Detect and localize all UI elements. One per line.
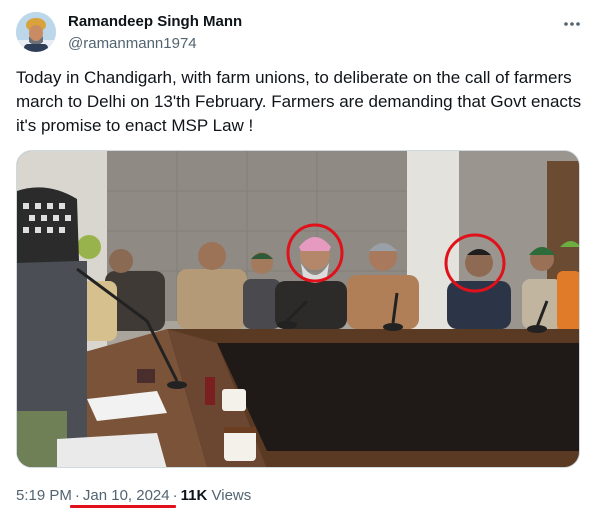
author-handle[interactable]: @ramanmann1974 (68, 34, 242, 54)
tweet-photo[interactable] (16, 150, 580, 468)
author-display-name[interactable]: Ramandeep Singh Mann (68, 12, 242, 32)
meta-separator-2: · (172, 487, 178, 504)
tweet-meta: 5:19 PM · Jan 10, 2024 · 11K Views (16, 486, 251, 506)
tweet-date[interactable]: Jan 10, 2024 (83, 487, 170, 504)
tweet-time[interactable]: 5:19 PM (16, 487, 72, 504)
avatar[interactable] (16, 12, 56, 52)
views-count[interactable]: 11K (181, 487, 208, 504)
views-label: Views (211, 487, 252, 504)
author-block: Ramandeep Singh Mann @ramanmann1974 (68, 12, 242, 54)
more-horizontal-icon (564, 22, 580, 26)
meeting-photo (17, 151, 579, 467)
date-underline-annotation (70, 505, 176, 508)
tweet: Ramandeep Singh Mann @ramanmann1974 Toda… (0, 0, 608, 520)
meta-separator: · (74, 487, 80, 504)
tweet-text: Today in Chandigarh, with farm unions, t… (16, 68, 582, 135)
more-button[interactable] (560, 12, 584, 36)
